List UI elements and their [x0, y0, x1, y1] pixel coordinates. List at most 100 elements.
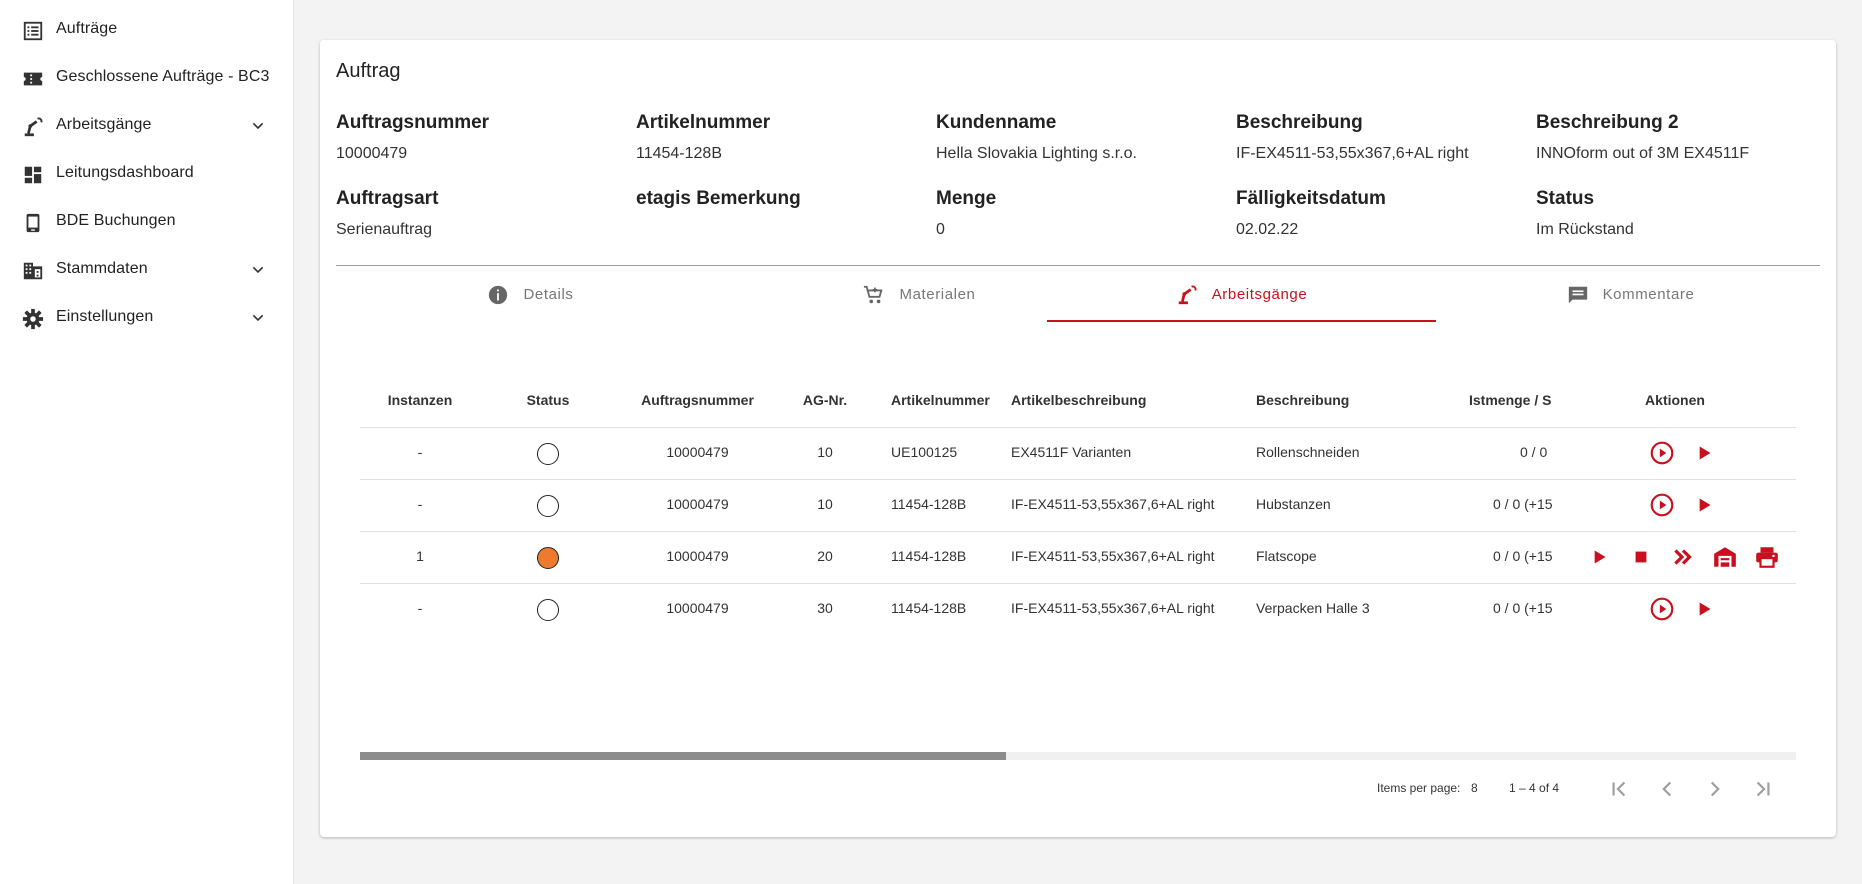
cell-istmenge: 0 / 0 (+15 — [1493, 600, 1552, 616]
row-divider — [360, 531, 1796, 532]
column-header-instanzen[interactable]: Instanzen — [360, 392, 480, 408]
field-label-beschreibung-2: Beschreibung 2 — [1536, 112, 1679, 133]
cell-beschreibung: Hubstanzen — [1256, 496, 1331, 512]
gear-icon — [22, 308, 44, 330]
row-divider — [360, 479, 1796, 480]
play-icon[interactable] — [1691, 492, 1717, 518]
field-value-faelligkeitsdatum: 02.02.22 — [1236, 221, 1299, 238]
cell-ag-nr: 10 — [817, 496, 833, 512]
field-label-status: Status — [1536, 188, 1595, 209]
building-icon — [23, 262, 43, 280]
cell-ag-nr: 20 — [817, 548, 833, 564]
field-label-etagis-bemerkung: etagis Bemerkung — [636, 188, 801, 209]
cell-artikelnummer: 11454-128B — [891, 600, 967, 616]
robot-arm-icon — [24, 117, 43, 137]
row-divider — [360, 583, 1796, 584]
horizontal-scrollbar-thumb[interactable] — [360, 752, 1007, 760]
sidebar-item-label: BDE Buchungen — [56, 212, 176, 229]
last-page-icon[interactable] — [1750, 776, 1776, 802]
garage-icon[interactable] — [1712, 544, 1738, 570]
cart-icon — [864, 285, 884, 303]
field-value-beschreibung-2: INNOform out of 3M EX4511F — [1536, 145, 1750, 162]
sidebar-item-label: Geschlossene Aufträge - BC3 — [56, 68, 270, 85]
play-circle-icon[interactable] — [1649, 596, 1675, 622]
chevron-down-icon[interactable] — [250, 262, 266, 278]
cell-instanzen: - — [417, 600, 423, 616]
previous-page-icon[interactable] — [1654, 776, 1680, 802]
cell-beschreibung: Verpacken Halle 3 — [1256, 600, 1370, 616]
field-value-artikelnummer: 11454-128B — [636, 145, 722, 162]
sidebar-item-label: Arbeitsgänge — [56, 116, 152, 133]
sidebar-item-label: Aufträge — [56, 20, 118, 37]
cell-instanzen: - — [417, 496, 423, 512]
cell-artikelbeschreibung: EX4511F Varianten — [1011, 444, 1132, 460]
operations-table: Instanzen Status Auftragsnummer AG-Nr. A… — [360, 324, 1796, 584]
cell-ag-nr: 30 — [817, 600, 833, 616]
card-title: Auftrag — [336, 60, 401, 82]
field-label-menge: Menge — [936, 188, 997, 209]
tab-label: Materialen — [899, 286, 976, 303]
sidebar-item-auftraege[interactable]: Aufträge — [0, 6, 294, 54]
tab-label: Kommentare — [1602, 286, 1695, 303]
field-label-artikelnummer: Artikelnummer — [636, 112, 771, 133]
field-value-menge: 0 — [936, 221, 945, 238]
column-header-beschreibung[interactable]: Beschreibung — [1256, 392, 1416, 408]
sidebar-item-stammdaten[interactable]: Stammdaten — [0, 246, 294, 294]
column-header-aktionen: Aktionen — [1645, 392, 1705, 408]
tab-label: Details — [523, 286, 574, 303]
tab-label: Arbeitsgänge — [1211, 286, 1308, 303]
first-page-icon[interactable] — [1606, 776, 1632, 802]
column-header-artikelbeschreibung[interactable]: Artikelbeschreibung — [1011, 392, 1241, 408]
tab-arbeitsgaenge[interactable]: Arbeitsgänge — [1047, 266, 1436, 323]
dashboard-icon — [24, 166, 42, 184]
column-header-artikelnummer[interactable]: Artikelnummer — [891, 392, 1001, 408]
play-icon[interactable] — [1691, 440, 1717, 466]
cell-artikelbeschreibung: IF-EX4511-53,55x367,6+AL right — [1011, 600, 1215, 616]
stop-icon[interactable] — [1628, 544, 1654, 570]
cell-auftragsnummer: 10000479 — [666, 600, 729, 616]
sidebar: Aufträge Geschlossene Aufträge - BC3 Arb… — [0, 0, 294, 884]
cell-artikelnummer: 11454-128B — [891, 548, 967, 564]
column-header-istmenge[interactable]: Istmenge / S — [1469, 392, 1552, 408]
cell-beschreibung: Flatscope — [1256, 548, 1317, 564]
play-circle-icon[interactable] — [1649, 440, 1675, 466]
play-circle-icon[interactable] — [1649, 492, 1675, 518]
sidebar-item-leitungsdashboard[interactable]: Leitungsdashboard — [0, 150, 294, 198]
cell-auftragsnummer: 10000479 — [666, 444, 729, 460]
list-icon — [23, 21, 43, 41]
column-header-status[interactable]: Status — [488, 392, 608, 408]
sidebar-item-bde-buchungen[interactable]: BDE Buchungen — [0, 198, 294, 246]
play-icon[interactable] — [1691, 596, 1717, 622]
tab-details[interactable]: Details — [336, 266, 725, 323]
cell-istmenge: 0 / 0 — [1520, 444, 1548, 460]
sidebar-item-arbeitsgaenge[interactable]: Arbeitsgänge — [0, 102, 294, 150]
cell-auftragsnummer: 10000479 — [666, 496, 729, 512]
cell-instanzen: - — [417, 444, 423, 460]
status-indicator — [537, 495, 559, 517]
status-indicator — [537, 443, 559, 465]
cell-auftragsnummer: 10000479 — [666, 548, 729, 564]
field-value-beschreibung: IF-EX4511-53,55x367,6+AL right — [1236, 145, 1469, 162]
play-icon[interactable] — [1586, 544, 1612, 570]
next-page-icon[interactable] — [1702, 776, 1728, 802]
print-icon[interactable] — [1754, 544, 1780, 570]
cell-istmenge: 0 / 0 (+15 — [1493, 496, 1552, 512]
column-header-ag-nr[interactable]: AG-Nr. — [775, 392, 875, 408]
sidebar-item-geschlossene-auftraege[interactable]: Geschlossene Aufträge - BC3 — [0, 54, 294, 102]
sidebar-item-einstellungen[interactable]: Einstellungen — [0, 294, 294, 342]
items-per-page-select[interactable]: 8 — [1471, 781, 1478, 795]
column-header-auftragsnummer[interactable]: Auftragsnummer — [620, 392, 775, 408]
sidebar-item-label: Leitungsdashboard — [56, 164, 194, 181]
cell-artikelbeschreibung: IF-EX4511-53,55x367,6+AL right — [1011, 496, 1215, 512]
cell-instanzen: 1 — [416, 548, 424, 564]
cell-ag-nr: 10 — [817, 444, 833, 460]
sidebar-item-label: Stammdaten — [56, 260, 148, 277]
field-label-auftragsart: Auftragsart — [336, 188, 439, 209]
robot-arm-icon — [1178, 285, 1197, 304]
cell-istmenge: 0 / 0 (+15 — [1493, 548, 1552, 564]
double-chevron-icon[interactable] — [1670, 544, 1696, 570]
chevron-down-icon[interactable] — [250, 118, 266, 134]
info-icon — [489, 285, 508, 304]
tab-kommentare[interactable]: Kommentare — [1436, 266, 1825, 323]
chevron-down-icon[interactable] — [250, 310, 266, 326]
